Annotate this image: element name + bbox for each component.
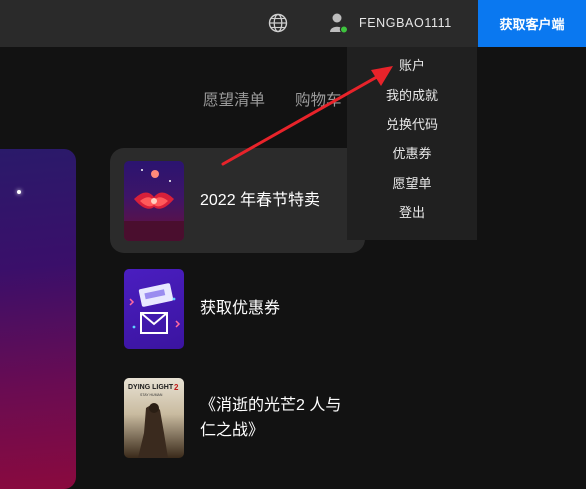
promo-item-dying-light-2[interactable]: DYING LIGHT 2 STAY HUMAN 《消逝的光芒2 人与 仁之战》 <box>110 365 365 470</box>
svg-text:STAY HUMAN: STAY HUMAN <box>140 393 163 397</box>
promo-item-coupon[interactable]: 获取优惠券 <box>110 256 365 361</box>
spring-sale-thumbnail <box>124 160 184 241</box>
globe-icon[interactable] <box>267 12 289 34</box>
banner-sparkle <box>17 190 21 194</box>
menu-item-wishlist[interactable]: 愿望单 <box>347 176 477 192</box>
user-menu[interactable]: FENGBAO1111 <box>329 11 452 35</box>
dying-light-2-thumbnail: DYING LIGHT 2 STAY HUMAN <box>124 377 184 458</box>
get-client-button[interactable]: 获取客户端 <box>478 0 586 47</box>
menu-item-achievements[interactable]: 我的成就 <box>347 88 477 104</box>
user-avatar-icon <box>330 13 349 34</box>
hero-banner[interactable] <box>0 149 76 489</box>
wishlist-link[interactable]: 愿望清单 <box>203 88 265 110</box>
coupon-thumbnail <box>124 268 184 349</box>
menu-item-sign-out[interactable]: 登出 <box>347 205 477 221</box>
menu-item-account[interactable]: 账户 <box>347 58 477 74</box>
promo-label: 《消逝的光芒2 人与 仁之战》 <box>200 396 342 439</box>
menu-item-redeem-code[interactable]: 兑换代码 <box>347 117 477 133</box>
promo-label: 获取优惠券 <box>200 300 281 317</box>
username-label[interactable]: FENGBAO1111 <box>359 16 452 30</box>
top-navigation-bar: FENGBAO1111 获取客户端 <box>0 0 586 47</box>
promo-label: 2022 年春节特卖 <box>200 192 321 209</box>
store-subnav: 愿望清单 购物车 <box>203 88 342 110</box>
menu-item-coupons[interactable]: 优惠券 <box>347 146 477 162</box>
svg-text:DYING LIGHT: DYING LIGHT <box>128 384 174 391</box>
cart-link[interactable]: 购物车 <box>295 88 342 110</box>
account-dropdown-menu: 账户 我的成就 兑换代码 优惠券 愿望单 登出 <box>347 47 477 240</box>
promo-item-spring-sale[interactable]: 2022 年春节特卖 <box>110 148 365 253</box>
svg-text:2: 2 <box>174 383 179 392</box>
